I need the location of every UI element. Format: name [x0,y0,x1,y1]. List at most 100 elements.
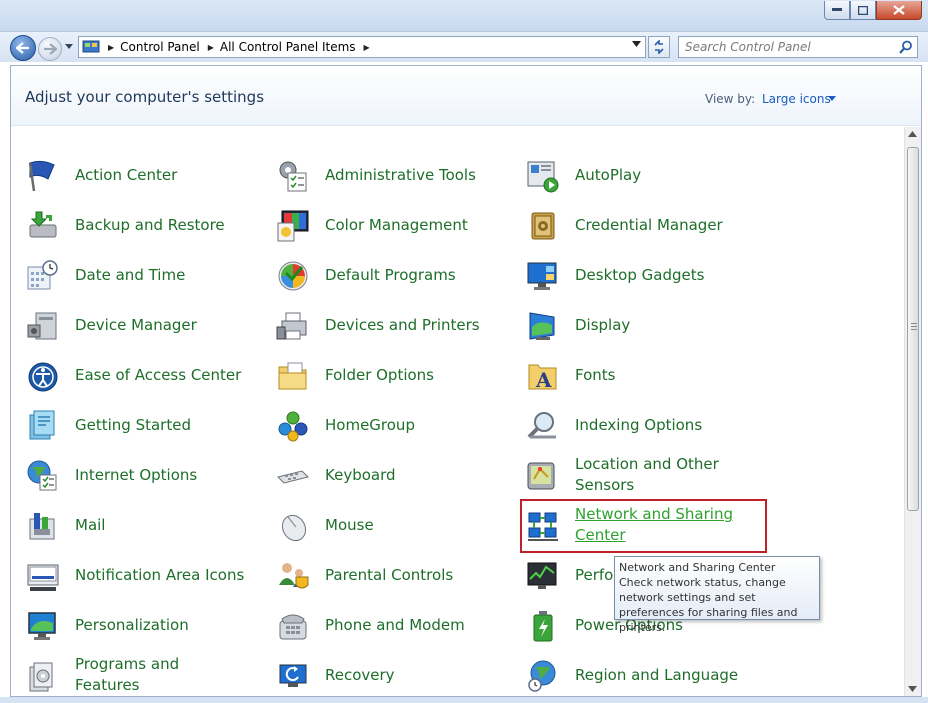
autoplay-icon [527,161,559,193]
item-desktop-gadgets[interactable]: Desktop Gadgets [526,255,766,295]
item-label: Date and Time [75,265,186,284]
minimize-button[interactable] [824,1,850,20]
search-icon[interactable] [899,40,913,54]
item-date-and-time[interactable]: Date and Time [26,255,266,295]
item-label: Ease of Access Center [75,365,242,384]
item-indexing-options[interactable]: Indexing Options [526,405,766,445]
arrow-left-icon [16,42,29,54]
navigation-bar: ▶ Control Panel ▶ All Control Panel Item… [0,32,928,62]
vertical-scrollbar[interactable] [904,127,921,696]
breadcrumb-control-panel[interactable]: Control Panel [120,40,200,54]
back-button[interactable] [10,35,36,61]
scroll-down-arrow-icon[interactable] [908,686,917,692]
item-color-management[interactable]: Color Management [276,205,516,245]
item-recovery[interactable]: Recovery [276,655,516,695]
backup-icon [29,211,57,238]
breadcrumb-all-items[interactable]: All Control Panel Items [220,40,356,54]
item-parental-controls[interactable]: Parental Controls [276,555,516,595]
content-header: Adjust your computer's settings View by:… [11,66,921,126]
item-homegroup[interactable]: HomeGroup [276,405,516,445]
battery-icon [533,611,553,642]
search-input[interactable]: Search Control Panel [678,36,918,58]
scroll-up-arrow-icon[interactable] [908,131,917,137]
parental-controls-icon [279,563,309,589]
item-credential-manager[interactable]: Credential Manager [526,205,766,245]
forward-button[interactable] [38,37,62,61]
item-ease-of-access-center[interactable]: Ease of Access Center [26,355,266,395]
item-label: Backup and Restore [75,215,225,234]
item-folder-options[interactable]: Folder Options [276,355,516,395]
item-personalization[interactable]: Personalization [26,605,266,645]
monitor-icon [529,312,555,340]
flag-icon [28,160,55,192]
item-phone-and-modem[interactable]: Phone and Modem [276,605,516,645]
performance-icon [527,562,557,589]
arrow-right-icon [44,43,57,55]
item-mail[interactable]: Mail [26,505,266,545]
item-label: Getting Started [75,415,191,434]
refresh-button[interactable] [648,36,670,58]
item-default-programs[interactable]: Default Programs [276,255,516,295]
scrollbar-thumb[interactable] [907,147,919,511]
item-label: Credential Manager [575,215,723,234]
item-label: Mail [75,515,106,534]
tooltip-body: Check network status, change network set… [619,576,798,634]
close-icon [893,5,905,15]
item-administrative-tools[interactable]: Administrative Tools [276,155,516,195]
sensor-icon [527,462,555,490]
item-device-manager[interactable]: Device Manager [26,305,266,345]
chevron-down-icon[interactable] [828,96,836,101]
item-label: HomeGroup [325,415,415,434]
personalization-icon [28,612,56,640]
item-display[interactable]: Display [526,305,766,345]
item-autoplay[interactable]: AutoPlay [526,155,766,195]
item-label: Display [575,315,631,334]
recent-pages-dropdown-icon[interactable] [65,44,73,49]
tooltip: Network and Sharing Center Check network… [614,556,820,634]
minimize-icon [832,8,842,11]
mail-icon [29,513,55,540]
item-fonts[interactable]: A Fonts [526,355,766,395]
address-bar[interactable]: ▶ Control Panel ▶ All Control Panel Item… [78,36,646,58]
item-region-and-language[interactable]: Region and Language [526,655,766,695]
accessibility-icon [28,362,58,392]
item-devices-and-printers[interactable]: Devices and Printers [276,305,516,345]
item-label: Default Programs [325,265,456,284]
item-action-center[interactable]: Action Center [26,155,266,195]
item-label: Fonts [575,365,616,384]
fonts-folder-icon: A [528,364,557,392]
tooltip-title: Network and Sharing Center [619,561,776,574]
item-label: Devices and Printers [325,315,480,334]
item-label: Desktop Gadgets [575,265,705,284]
item-backup-and-restore[interactable]: Backup and Restore [26,205,266,245]
device-manager-icon [27,312,57,340]
item-label: Notification Area Icons [75,565,245,584]
item-keyboard[interactable]: Keyboard [276,455,516,495]
item-programs-and-features[interactable]: Programs and Features [26,655,266,695]
item-internet-options[interactable]: Internet Options [26,455,266,495]
breadcrumb-separator-icon[interactable]: ▶ [208,43,214,52]
item-label: Administrative Tools [325,165,476,184]
item-mouse[interactable]: Mouse [276,505,516,545]
scrollbar-grip [911,323,917,331]
breadcrumb-separator-icon[interactable]: ▶ [364,43,370,52]
item-notification-area-icons[interactable]: Notification Area Icons [26,555,266,595]
view-by-dropdown[interactable]: Large icons [762,92,831,106]
phone-icon [279,614,307,640]
globe-clock-icon [528,660,556,692]
window-bottom-border [0,697,928,703]
item-location-and-other-sensors[interactable]: Location and Other Sensors [526,455,766,495]
item-label: Internet Options [75,465,198,484]
close-button[interactable] [876,1,922,20]
window-controls [824,1,922,20]
maximize-button[interactable] [850,1,876,20]
item-label: Action Center [75,165,178,184]
maximize-icon [858,5,868,15]
homegroup-icon [278,411,308,442]
folder-icon [278,362,307,390]
item-getting-started[interactable]: Getting Started [26,405,266,445]
breadcrumb-separator-icon: ▶ [108,42,115,52]
page-title: Adjust your computer's settings [25,88,265,106]
chevron-down-icon[interactable] [632,41,641,47]
item-label: Phone and Modem [325,615,465,634]
